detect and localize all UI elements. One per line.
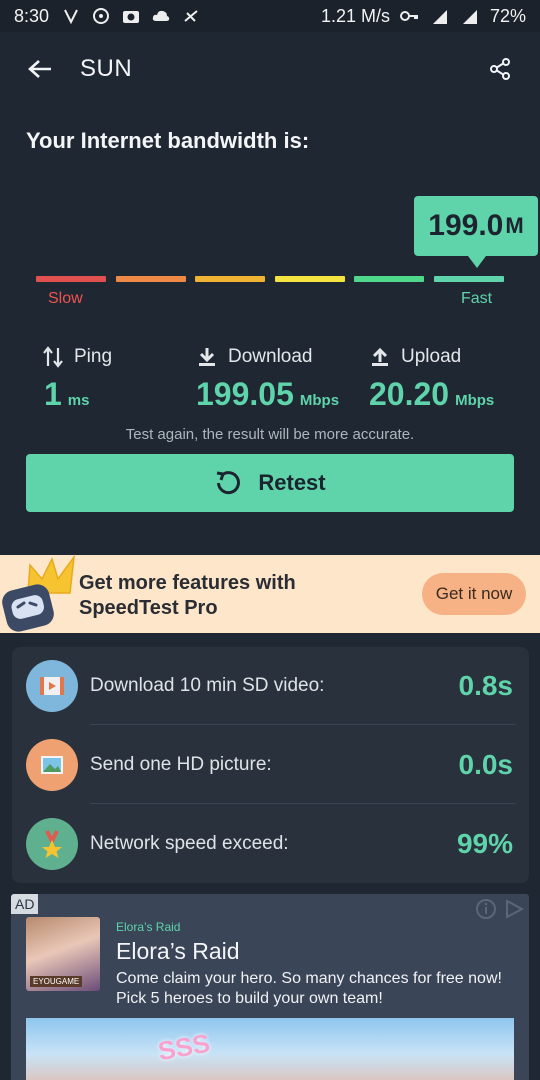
divider [90, 724, 516, 725]
stat-row: Send one HD picture: 0.0s [12, 726, 529, 804]
picture-icon [26, 739, 78, 791]
promo-line-2: SpeedTest Pro [79, 597, 218, 619]
retest-hint: Test again, the result will be more accu… [125, 426, 415, 443]
upload-value-group: 20.20 Mbps [369, 376, 494, 413]
share-icon [490, 58, 510, 80]
ad-description: Come claim your hero. So many chances fo… [116, 970, 502, 1007]
refresh-icon [217, 471, 241, 495]
adchoices-play-icon[interactable] [503, 898, 525, 920]
scale-segment [115, 276, 186, 282]
status-time: 8:30 [14, 5, 50, 26]
ping-arrows-icon [43, 346, 63, 368]
info-icon[interactable] [475, 898, 497, 920]
upload-unit: Mbps [455, 392, 495, 409]
download-label-group: Download [196, 346, 313, 368]
retest-button[interactable]: Retest [26, 454, 514, 512]
bandwidth-headline: Your Internet bandwidth is: [26, 128, 310, 153]
status-bar: 8:30 1.21 M/s 72% [0, 0, 540, 32]
promo-text: Get more features with SpeedTest Pro [79, 571, 296, 621]
retest-label: Retest [258, 470, 326, 495]
upload-label: Upload [401, 346, 462, 367]
fast-label: Fast [461, 290, 493, 307]
divider [90, 803, 516, 804]
ad-title: Elora’s Raid [116, 938, 240, 964]
download-label: Download [228, 346, 313, 367]
speed-unit: M [505, 213, 524, 238]
signal-4g-icon [432, 10, 447, 24]
share-button[interactable] [482, 51, 518, 87]
slow-label: Slow [48, 290, 83, 307]
scale-segment [433, 276, 504, 282]
stat-value: 0.0s [458, 749, 514, 780]
key-icon [399, 11, 418, 21]
ad-badge: AD [11, 894, 39, 914]
download-value-group: 199.05 Mbps [196, 376, 339, 413]
stat-row: Network speed exceed: 99% [12, 805, 529, 883]
page-title: SUN [80, 55, 133, 82]
download-icon [199, 348, 215, 366]
speed-scale [36, 276, 504, 282]
battery-level: 72% [489, 5, 526, 26]
ad-banner-text: SSS [155, 1027, 213, 1067]
stat-value: 99% [456, 828, 513, 859]
stat-label: Network speed exceed: [90, 833, 289, 854]
arrow-left-icon [28, 60, 51, 78]
crown-mascot-icon [2, 554, 76, 632]
ad-app-icon: EYOUGAME [26, 917, 100, 991]
download-unit: Mbps [299, 392, 340, 409]
ad-card[interactable]: AD EYOUGAME Elora’s Raid Elora’s Raid Co… [11, 894, 529, 1080]
scale-segment [274, 276, 345, 282]
scale-segment [36, 276, 106, 282]
stat-label: Send one HD picture: [90, 754, 272, 775]
ping-value: 1 [44, 376, 62, 412]
stat-label: Download 10 min SD video: [90, 675, 325, 696]
ping-label: Ping [74, 346, 113, 367]
camera-icon [123, 11, 140, 23]
stat-row: Download 10 min SD video: 0.8s [12, 647, 529, 725]
stat-value: 0.8s [458, 670, 514, 701]
signal-icon [462, 10, 477, 24]
scale-segment [195, 276, 266, 282]
medal-icon [26, 818, 78, 870]
no-sync-icon [184, 10, 198, 22]
speed-stats-card: Download 10 min SD video: 0.8s Send one … [12, 647, 529, 883]
ping-unit: ms [67, 392, 90, 409]
back-button[interactable] [22, 51, 58, 87]
app-bar: SUN [0, 32, 540, 106]
usb-debug-icon [64, 9, 78, 25]
upload-icon [372, 347, 388, 366]
pro-promo-banner[interactable]: Get more features with SpeedTest Pro Get… [0, 554, 540, 633]
ad-advertiser: Elora’s Raid [116, 920, 181, 934]
get-it-now-button[interactable]: Get it now [422, 573, 526, 615]
network-speed: 1.21 M/s [320, 5, 390, 26]
ad-choices[interactable] [475, 898, 525, 920]
viber-icon [93, 8, 110, 24]
ping-label-group: Ping [42, 346, 112, 368]
ad-thumb-brand: EYOUGAME [30, 976, 83, 987]
ad-banner-image: SSS [26, 1018, 514, 1080]
download-value: 199.05 [196, 376, 294, 412]
speed-value: 199.0 [428, 209, 504, 242]
ping-value-group: 1 ms [44, 376, 89, 413]
speed-bubble: 199.0 M [414, 196, 538, 268]
upload-value: 20.20 [369, 376, 450, 412]
upload-label-group: Upload [369, 346, 461, 368]
video-icon [26, 660, 78, 712]
scale-segment [354, 276, 425, 282]
promo-line-1: Get more features with [79, 572, 296, 594]
cloud-icon [152, 10, 170, 21]
